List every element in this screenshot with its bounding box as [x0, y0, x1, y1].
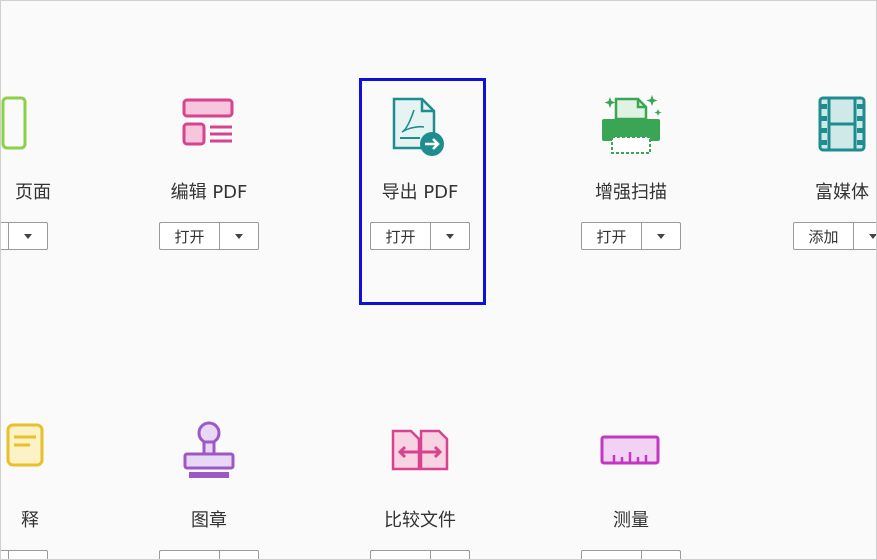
tool-comment[interactable]: 释 — [1, 331, 111, 559]
tool-rich-media-label: 富媒体 — [815, 182, 869, 203]
stamp-dropdown-button[interactable] — [219, 551, 258, 559]
tool-enhance-scans[interactable]: 增强扫描 打开 — [531, 1, 731, 261]
tool-measure-label: 测量 — [613, 510, 649, 531]
tool-organize-label: 页面 — [15, 182, 51, 203]
tool-compare-files[interactable]: 比较文件 — [320, 331, 520, 559]
open-dropdown-button[interactable] — [219, 223, 258, 249]
tool-comment-label: 释 — [21, 510, 39, 531]
chevron-down-icon — [869, 233, 876, 239]
tool-organize-open-button[interactable] — [1, 222, 48, 250]
tool-measure-button[interactable] — [581, 550, 681, 559]
open-button-main[interactable]: 打开 — [582, 223, 641, 249]
tools-panel: 页面 编辑 PDF 打开 导出 PDF 打开 增强扫描 打开 富媒体 添加 释 … — [0, 0, 877, 560]
tool-enhance-scans-label: 增强扫描 — [595, 182, 667, 203]
comment-dropdown-button[interactable] — [8, 551, 47, 559]
tool-rich-media[interactable]: 富媒体 添加 — [742, 1, 876, 261]
tool-compare-files-button[interactable] — [370, 550, 470, 559]
rich-media-icon — [818, 96, 866, 152]
measure-button-main[interactable] — [582, 551, 641, 559]
tool-stamp-button[interactable] — [159, 550, 259, 559]
chevron-down-icon — [657, 233, 665, 239]
compare-files-icon — [391, 429, 449, 471]
tool-measure[interactable]: 测量 — [531, 331, 731, 559]
tool-rich-media-add-button[interactable]: 添加 — [793, 222, 876, 250]
edit-pdf-icon — [182, 98, 234, 146]
add-button-main[interactable]: 添加 — [794, 223, 853, 249]
tool-stamp-label: 图章 — [191, 510, 227, 531]
tool-edit-pdf[interactable]: 编辑 PDF 打开 — [109, 1, 309, 261]
tool-comment-button[interactable] — [1, 550, 48, 559]
tool-edit-pdf-label: 编辑 PDF — [170, 182, 248, 203]
tool-enhance-scans-open-button[interactable]: 打开 — [581, 222, 681, 250]
open-dropdown-button[interactable] — [8, 223, 47, 249]
tool-stamp[interactable]: 图章 — [109, 331, 309, 559]
organize-pages-icon — [1, 96, 27, 150]
add-dropdown-button[interactable] — [853, 223, 876, 249]
compare-button-main[interactable] — [371, 551, 430, 559]
comment-icon — [6, 423, 44, 467]
stamp-icon — [183, 421, 235, 478]
comment-button-main[interactable] — [1, 551, 8, 559]
compare-dropdown-button[interactable] — [430, 551, 469, 559]
measure-dropdown-button[interactable] — [641, 551, 680, 559]
enhance-scans-icon — [602, 95, 662, 154]
tool-edit-pdf-open-button[interactable]: 打开 — [159, 222, 259, 250]
stamp-button-main[interactable] — [160, 551, 219, 559]
selection-highlight — [359, 78, 486, 305]
open-dropdown-button[interactable] — [641, 223, 680, 249]
chevron-down-icon — [24, 233, 32, 239]
tool-organize-pages[interactable]: 页面 — [1, 1, 111, 261]
tool-compare-files-label: 比较文件 — [384, 510, 456, 531]
open-button-main[interactable] — [1, 223, 8, 249]
chevron-down-icon — [235, 233, 243, 239]
open-button-main[interactable]: 打开 — [160, 223, 219, 249]
measure-icon — [600, 435, 660, 465]
